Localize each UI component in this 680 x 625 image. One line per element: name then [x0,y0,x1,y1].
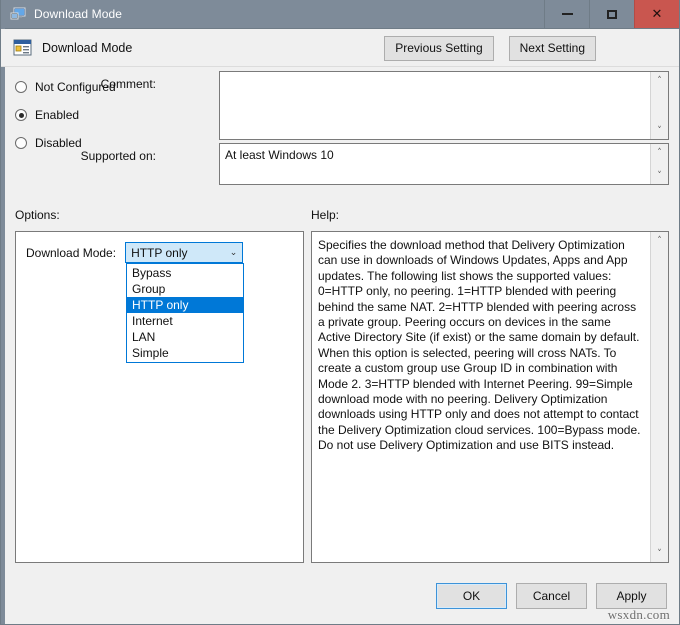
radio-enabled-label: Enabled [35,108,80,122]
ok-button[interactable]: OK [436,583,507,609]
radio-disabled-icon [15,137,27,149]
policy-setting-icon [13,39,33,57]
options-panel: Download Mode: HTTP only ⌄ Bypass Group … [15,231,304,563]
help-label: Help: [311,208,340,222]
window-title: Download Mode [34,7,123,21]
download-mode-dropdown-list[interactable]: Bypass Group HTTP only Internet LAN Simp… [126,263,244,363]
dropdown-option-lan[interactable]: LAN [127,329,243,345]
minimize-icon [561,13,573,15]
section-labels: Options: Help: [1,201,679,231]
dialog-footer: OK Cancel Apply wsxdn.com [1,574,679,624]
watermark: wsxdn.com [607,607,670,622]
previous-setting-button[interactable]: Previous Setting [384,36,494,61]
supported-on-value: At least Windows 10 [225,148,334,162]
supported-on-scroll-up-icon[interactable]: ˄ [651,144,668,161]
supported-on-textbox[interactable]: At least Windows 10 ˄ ˅ [219,143,669,185]
dropdown-option-group[interactable]: Group [127,281,243,297]
group-policy-setting-dialog: Download Mode ✕ Download Mode Previous S… [0,0,680,625]
dropdown-option-bypass[interactable]: Bypass [127,265,243,281]
next-setting-button[interactable]: Next Setting [508,36,596,61]
setting-state-section: Not Configured Enabled Disabled Comment:… [1,67,679,201]
help-scrollbar[interactable]: ˄ ˅ [650,232,668,562]
setting-title: Download Mode [42,40,133,55]
dropdown-option-internet[interactable]: Internet [127,313,243,329]
title-bar[interactable]: Download Mode ✕ [1,0,679,29]
computer-monitor-icon [10,6,26,22]
chevron-down-icon[interactable]: ⌄ [225,248,242,258]
comment-value[interactable] [220,72,650,139]
panels-row: Download Mode: HTTP only ⌄ Bypass Group … [1,231,679,563]
help-text: Specifies the download method that Deliv… [318,238,641,453]
supported-on-scrollbar[interactable]: ˄ ˅ [650,144,668,184]
apply-button[interactable]: Apply [596,583,667,609]
download-mode-row: Download Mode: HTTP only ⌄ [26,242,244,263]
cancel-button[interactable]: Cancel [516,583,587,609]
minimize-button[interactable] [544,0,589,28]
comment-label: Comment: [100,77,156,91]
radio-not-configured-icon [15,81,27,93]
options-label: Options: [15,208,60,222]
download-mode-label: Download Mode: [26,245,117,260]
help-scroll-down-icon[interactable]: ˅ [651,545,668,562]
radio-enabled-icon [15,109,27,121]
maximize-icon [607,9,617,19]
dropdown-option-http-only[interactable]: HTTP only [127,297,243,313]
close-button[interactable]: ✕ [634,0,679,28]
comment-scrollbar[interactable]: ˄ ˅ [650,72,668,139]
close-icon: ✕ [651,6,663,22]
footer-buttons: OK Cancel Apply [436,583,667,609]
download-mode-combobox[interactable]: HTTP only ⌄ [125,242,244,263]
setting-header: Download Mode Previous Setting Next Sett… [1,29,679,67]
help-panel: Specifies the download method that Deliv… [311,231,669,563]
comment-scroll-down-icon[interactable]: ˅ [651,122,668,139]
setting-nav-buttons: Previous Setting Next Setting [384,36,596,61]
supported-on-scroll-down-icon[interactable]: ˅ [651,167,668,184]
download-mode-value: HTTP only [131,245,188,260]
dropdown-option-simple[interactable]: Simple [127,345,243,361]
radio-enabled[interactable]: Enabled [15,101,135,129]
comment-textbox[interactable]: ˄ ˅ [219,71,669,140]
radio-disabled-label: Disabled [35,136,82,150]
help-scroll-up-icon[interactable]: ˄ [651,232,668,249]
supported-on-label: Supported on: [80,149,156,163]
window-controls: ✕ [544,0,679,28]
maximize-button[interactable] [589,0,634,28]
comment-scroll-up-icon[interactable]: ˄ [651,72,668,89]
